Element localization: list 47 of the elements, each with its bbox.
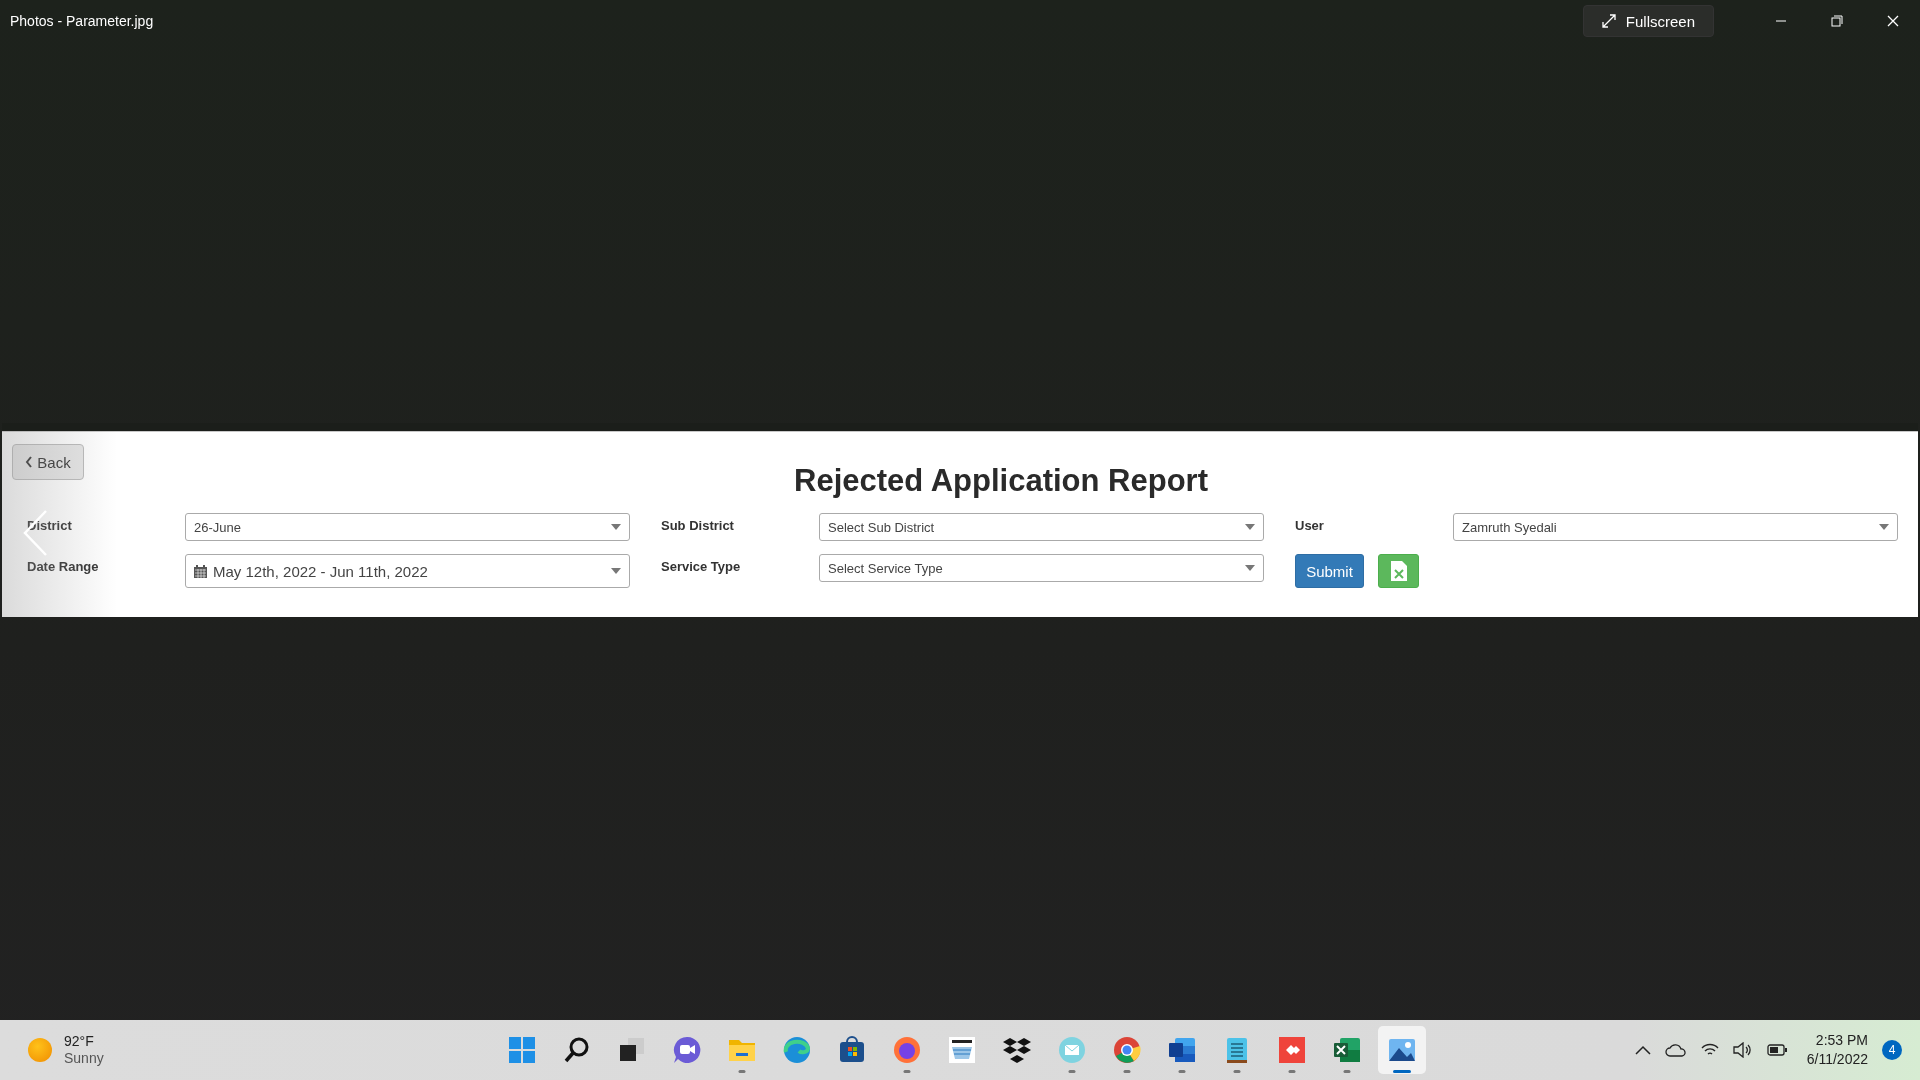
clock-date[interactable]: 6/11/2022 <box>1806 1050 1868 1069</box>
speaker-icon[interactable] <box>1732 1042 1753 1058</box>
swirl-circle-icon <box>782 1035 812 1065</box>
field-label: Date Range <box>27 558 100 574</box>
video-chat-icon <box>672 1035 702 1065</box>
spreadsheet-file-icon <box>1390 561 1407 581</box>
date-range-field[interactable]: May 12th, 2022 - Jun 11th, 2022 <box>185 554 630 588</box>
document-icon <box>1167 1035 1197 1065</box>
chevron-up-icon[interactable] <box>1634 1045 1651 1055</box>
dropdown-caret-icon <box>1245 524 1255 530</box>
expand-icon <box>1601 14 1616 28</box>
submit-button[interactable]: Submit <box>1295 554 1364 588</box>
window-title: Photos - Parameter.jpg <box>10 13 155 29</box>
cloud-icon[interactable] <box>1664 1043 1687 1057</box>
diamond-arrows-icon <box>1277 1035 1307 1065</box>
notification-badge[interactable]: 4 <box>1882 1040 1902 1060</box>
weather-condition: Sunny <box>64 1050 104 1067</box>
restore-icon[interactable] <box>1830 14 1844 28</box>
dropdown-caret-icon <box>1245 565 1255 571</box>
export-button[interactable] <box>1378 554 1419 588</box>
fullscreen-button[interactable]: Fullscreen <box>1582 5 1714 37</box>
chevron-left-icon <box>25 456 34 468</box>
temperature: 92°F <box>64 1033 95 1050</box>
taskbar-app-button[interactable] <box>1378 1026 1426 1074</box>
dropdown-field[interactable]: Select Sub District <box>819 513 1264 541</box>
dropdown-field[interactable]: 26-June <box>185 513 630 541</box>
report-title: Rejected Application Report <box>793 463 1209 499</box>
back-button[interactable]: Back <box>12 444 84 480</box>
close-icon[interactable] <box>1886 14 1900 28</box>
field-label: Service Type <box>661 558 742 574</box>
four-squares-icon <box>507 1035 537 1065</box>
clock-time[interactable]: 2:53 PM <box>1815 1031 1868 1050</box>
envelope-icon <box>1057 1035 1087 1065</box>
shopping-bag-icon <box>837 1035 867 1065</box>
dropdown-caret-icon <box>1879 524 1889 530</box>
battery-icon[interactable] <box>1766 1044 1787 1056</box>
dropdown-caret-icon <box>611 524 621 530</box>
tricolor-ring-icon <box>1112 1035 1142 1065</box>
calendar-icon <box>194 564 207 578</box>
field-label: Sub District <box>661 517 735 533</box>
field-label: District <box>27 517 73 533</box>
spreadsheet-icon <box>1332 1035 1362 1065</box>
field-label: User <box>1295 517 1325 533</box>
dropdown-field[interactable]: Zamruth Syedali <box>1453 513 1898 541</box>
dropdown-field[interactable]: Select Service Type <box>819 554 1264 582</box>
dropdown-caret-icon <box>611 568 621 574</box>
wifi-icon[interactable] <box>1700 1043 1719 1057</box>
